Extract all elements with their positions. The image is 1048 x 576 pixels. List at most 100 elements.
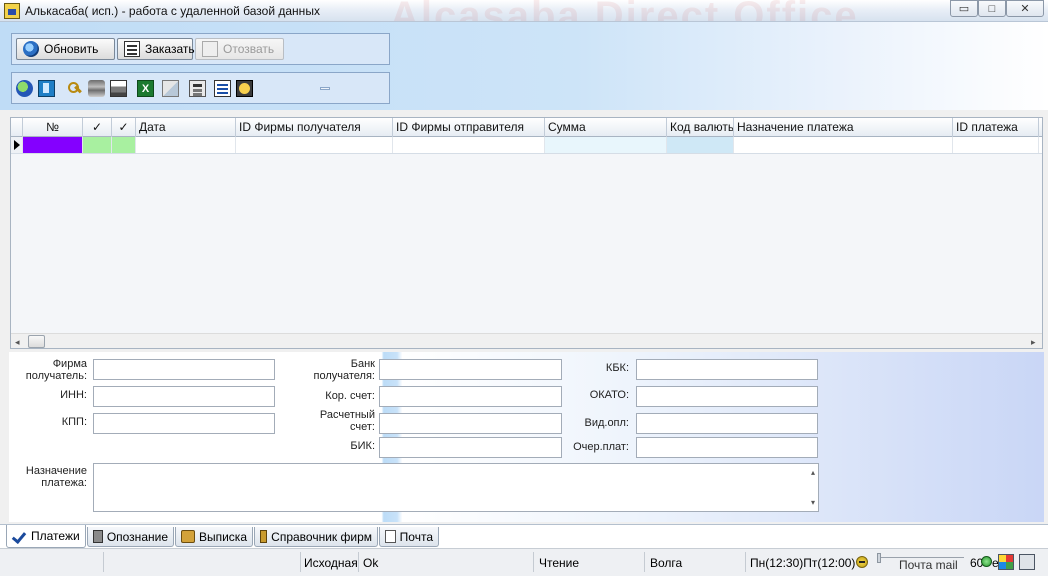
header-indicator bbox=[11, 118, 23, 137]
window-layout-icon[interactable] bbox=[1019, 554, 1035, 570]
scroll-left-arrow-icon[interactable]: ◂ bbox=[15, 337, 20, 348]
status-result: Ok bbox=[363, 556, 379, 570]
cell-purpose[interactable] bbox=[734, 137, 953, 153]
zoom-slider-handle[interactable] bbox=[877, 553, 881, 563]
scroll-thumb[interactable] bbox=[28, 335, 45, 348]
bag-icon bbox=[181, 530, 195, 543]
column-header-purpose[interactable]: Назначение платежа bbox=[734, 118, 953, 137]
cell-recipient-id[interactable] bbox=[236, 137, 393, 153]
inn-field[interactable] bbox=[93, 386, 275, 407]
horizontal-scrollbar[interactable]: ◂ ▸ bbox=[11, 333, 1042, 348]
icon-toolbar: X bbox=[11, 72, 390, 104]
status-divider bbox=[533, 552, 534, 572]
status-divider bbox=[745, 552, 746, 572]
tab-label: Выписка bbox=[198, 529, 247, 544]
tab-identification[interactable]: Опознание bbox=[87, 527, 174, 547]
refresh-label: Обновить bbox=[44, 42, 99, 56]
column-header-sum[interactable]: Сумма bbox=[545, 118, 667, 137]
tab-statement[interactable]: Выписка bbox=[175, 527, 253, 547]
toolbar-grip[interactable] bbox=[320, 87, 330, 90]
column-header-check-2[interactable]: ✓ bbox=[112, 118, 136, 137]
cell-currency[interactable] bbox=[667, 137, 734, 153]
refresh-icon bbox=[23, 41, 39, 57]
payment-type-field[interactable] bbox=[636, 413, 818, 434]
cell-payment-id[interactable] bbox=[953, 137, 1039, 153]
corr-account-label: Кор. счет: bbox=[325, 390, 375, 402]
excel-icon[interactable]: X bbox=[137, 80, 154, 97]
book-icon[interactable] bbox=[38, 80, 55, 97]
tab-firm-directory[interactable]: Справочник фирм bbox=[254, 527, 378, 547]
kpp-label: КПП: bbox=[61, 416, 87, 428]
clock-icon[interactable] bbox=[236, 80, 253, 97]
purpose-label: Назначение платежа: bbox=[25, 465, 87, 489]
zoom-out-icon[interactable] bbox=[856, 556, 868, 568]
column-header-recipient-id[interactable]: ID Фирмы получателя bbox=[236, 118, 393, 137]
recipient-firm-label: Фирма получатель: bbox=[25, 358, 87, 382]
corr-account-field[interactable] bbox=[379, 386, 562, 407]
kbk-field[interactable] bbox=[636, 359, 818, 380]
cabinet-icon bbox=[260, 530, 268, 543]
cell-number[interactable] bbox=[23, 137, 83, 153]
column-header-date[interactable]: Дата bbox=[136, 118, 236, 137]
column-header-sender-id[interactable]: ID Фирмы отправителя bbox=[393, 118, 545, 137]
recall-button[interactable]: Отозвать bbox=[195, 38, 284, 60]
settlement-account-field[interactable] bbox=[379, 413, 562, 434]
recipient-bank-field[interactable] bbox=[379, 359, 562, 380]
check-icon bbox=[12, 530, 27, 543]
app-icon bbox=[4, 3, 20, 19]
status-divider bbox=[644, 552, 645, 572]
cell-check-1[interactable] bbox=[83, 137, 112, 153]
okato-field[interactable] bbox=[636, 386, 818, 407]
scroll-right-arrow-icon[interactable]: ▸ bbox=[1031, 337, 1036, 348]
cell-sum[interactable] bbox=[545, 137, 667, 153]
column-header-payment-id[interactable]: ID платежа bbox=[953, 118, 1039, 137]
okato-label: ОКАТО: bbox=[589, 389, 629, 401]
copy-icon[interactable] bbox=[162, 80, 179, 97]
tab-label: Справочник фирм bbox=[271, 529, 372, 544]
cell-check-2[interactable] bbox=[112, 137, 136, 153]
table-row[interactable] bbox=[11, 137, 1042, 154]
printer-icon[interactable] bbox=[110, 80, 127, 97]
calculator-icon[interactable] bbox=[189, 80, 206, 97]
title-bar: Alcasaba Direct Office Алькасаба( исп.) … bbox=[0, 0, 1048, 22]
status-schedule: Пн(12:30)Пт(12:00) bbox=[750, 556, 856, 570]
scroll-down-arrow-icon[interactable]: ▾ bbox=[811, 498, 815, 507]
purpose-field[interactable]: ▴ ▾ bbox=[93, 463, 819, 512]
inn-label: ИНН: bbox=[60, 389, 87, 401]
restore-button[interactable]: □ bbox=[978, 0, 1006, 17]
database-icon[interactable] bbox=[88, 80, 105, 97]
column-header-check-1[interactable]: ✓ bbox=[83, 118, 112, 137]
tab-label: Платежи bbox=[31, 529, 80, 543]
settlement-account-label: Расчетный счет: bbox=[319, 409, 375, 433]
payment-order-field[interactable] bbox=[636, 437, 818, 458]
column-header-currency[interactable]: Код валюты bbox=[667, 118, 734, 137]
toolbar-area: Обновить Заказать Отозвать X bbox=[0, 22, 1048, 110]
order-button[interactable]: Заказать bbox=[117, 38, 195, 60]
close-button[interactable]: ✕ bbox=[1006, 0, 1044, 17]
recipient-firm-field[interactable] bbox=[93, 359, 275, 380]
payments-grid[interactable]: № ✓ ✓ Дата ID Фирмы получателя ID Фирмы … bbox=[10, 117, 1043, 349]
cell-sender-id[interactable] bbox=[393, 137, 545, 153]
bik-field[interactable] bbox=[379, 437, 562, 458]
recipient-bank-label: Банк получателя: bbox=[313, 358, 375, 382]
minimize-button[interactable]: ▭ bbox=[950, 0, 978, 17]
recall-label: Отозвать bbox=[223, 42, 275, 56]
keys-icon[interactable] bbox=[66, 80, 83, 97]
row-indicator bbox=[11, 137, 23, 153]
tab-mail[interactable]: Почта bbox=[379, 527, 439, 547]
list-icon[interactable] bbox=[214, 80, 231, 97]
zoom-slider[interactable] bbox=[876, 553, 966, 567]
status-mode: Чтение bbox=[539, 556, 580, 570]
refresh-button[interactable]: Обновить bbox=[16, 38, 115, 60]
layout-grid-icon[interactable] bbox=[998, 554, 1014, 570]
globe-icon[interactable] bbox=[16, 80, 33, 97]
kpp-field[interactable] bbox=[93, 413, 275, 434]
column-header-number[interactable]: № bbox=[23, 118, 83, 137]
zoom-in-icon[interactable] bbox=[981, 556, 992, 567]
scroll-up-arrow-icon[interactable]: ▴ bbox=[811, 468, 815, 477]
tab-label: Опознание bbox=[106, 529, 168, 544]
status-source: Исходная bbox=[304, 556, 358, 570]
tab-payments[interactable]: Платежи bbox=[6, 525, 86, 548]
cell-date[interactable] bbox=[136, 137, 236, 153]
action-toolbar: Обновить Заказать Отозвать bbox=[11, 33, 390, 65]
